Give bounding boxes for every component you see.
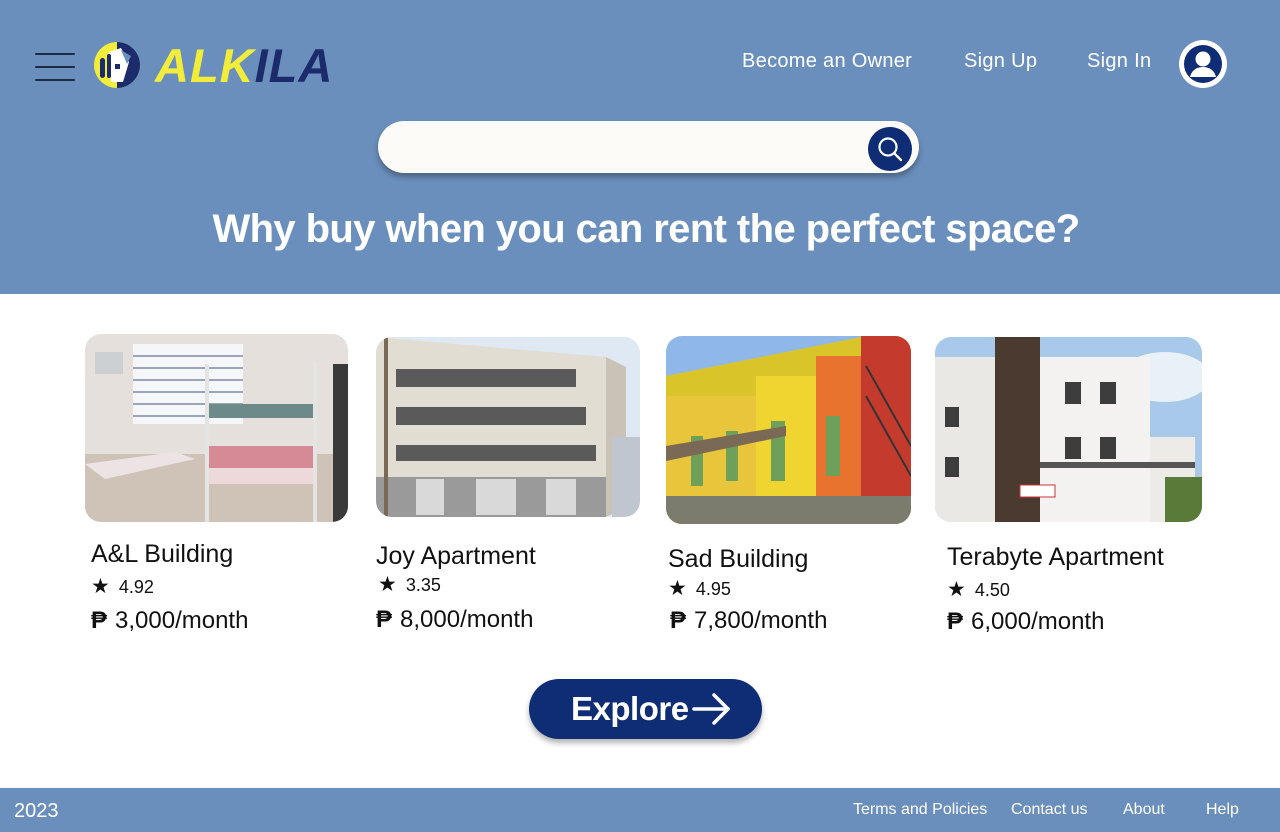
peso-icon: ₱ <box>947 608 964 635</box>
listing-rating: ★ 4.50 <box>947 579 1010 601</box>
listing-rating-value: 4.95 <box>695 579 731 599</box>
footer-terms-link[interactable]: Terms and Policies <box>853 800 987 820</box>
listing-name: A&L Building <box>91 540 234 568</box>
listing-rating-value: 3.35 <box>405 575 441 595</box>
explore-button-label: Explore <box>571 690 689 727</box>
listing-photo <box>935 337 1202 522</box>
footer-about-link[interactable]: About <box>1123 800 1165 820</box>
search-bar <box>378 121 919 173</box>
listing-card[interactable]: A&L Building ★ 4.92 ₱ 3,000/month <box>85 334 348 644</box>
listing-price-value: 6,000/month <box>971 608 1105 635</box>
user-avatar-icon[interactable] <box>1179 40 1227 88</box>
star-icon: ★ <box>91 575 110 598</box>
logo-wordmark-part2: ILA <box>254 39 334 92</box>
footer: 2023 Terms and Policies Contact us About… <box>0 788 1280 832</box>
listing-rating: ★ 4.95 <box>668 578 731 600</box>
listing-rating: ★ 4.92 <box>91 576 154 598</box>
peso-icon: ₱ <box>376 606 393 633</box>
nav-become-owner-link[interactable]: Become an Owner <box>742 49 912 73</box>
listing-name: Joy Apartment <box>376 542 536 570</box>
peso-icon: ₱ <box>91 607 108 634</box>
star-icon: ★ <box>947 578 966 601</box>
listing-card[interactable]: Joy Apartment ★ 3.35 ₱ 8,000/month <box>376 337 640 643</box>
hero-headline: Why buy when you can rent the perfect sp… <box>212 207 1080 251</box>
listing-photo <box>376 337 640 517</box>
explore-button[interactable]: Explore <box>529 679 762 739</box>
listing-card[interactable]: Sad Building ★ 4.95 ₱ 7,800/month <box>666 336 911 640</box>
search-input[interactable] <box>400 131 860 163</box>
listing-price: ₱ 7,800/month <box>670 606 827 636</box>
listing-name: Terabyte Apartment <box>947 543 1164 571</box>
logo-wordmark[interactable]: ALKILA <box>155 40 333 92</box>
search-icon[interactable] <box>868 127 912 171</box>
alkila-logo-icon[interactable] <box>91 42 143 88</box>
nav-sign-in-link[interactable]: Sign In <box>1087 49 1151 73</box>
listing-name: Sad Building <box>668 545 809 573</box>
listing-price: ₱ 8,000/month <box>376 605 533 635</box>
hamburger-menu-icon[interactable] <box>35 53 75 81</box>
listing-card[interactable]: Terabyte Apartment ★ 4.50 ₱ 6,000/month <box>935 337 1202 640</box>
listing-rating-value: 4.50 <box>974 580 1010 600</box>
listing-price: ₱ 3,000/month <box>91 606 248 636</box>
listing-price: ₱ 6,000/month <box>947 607 1104 637</box>
star-icon: ★ <box>668 577 687 600</box>
footer-help-link[interactable]: Help <box>1206 800 1239 820</box>
listing-price-value: 8,000/month <box>400 606 534 633</box>
listing-price-value: 7,800/month <box>694 607 828 634</box>
listing-photo <box>85 334 348 522</box>
hero-header: ALKILA Become an Owner Sign Up Sign In W… <box>0 0 1280 294</box>
listing-rating-value: 4.92 <box>118 577 154 597</box>
listing-rating: ★ 3.35 <box>378 574 441 596</box>
nav-sign-up-link[interactable]: Sign Up <box>964 49 1037 73</box>
peso-icon: ₱ <box>670 607 687 634</box>
logo-wordmark-part1: ALK <box>155 39 255 92</box>
arrow-right-icon <box>692 692 732 731</box>
listing-price-value: 3,000/month <box>115 607 249 634</box>
star-icon: ★ <box>378 573 397 596</box>
footer-contact-link[interactable]: Contact us <box>1011 800 1087 820</box>
footer-year: 2023 <box>14 800 59 822</box>
listing-photo <box>666 336 911 524</box>
